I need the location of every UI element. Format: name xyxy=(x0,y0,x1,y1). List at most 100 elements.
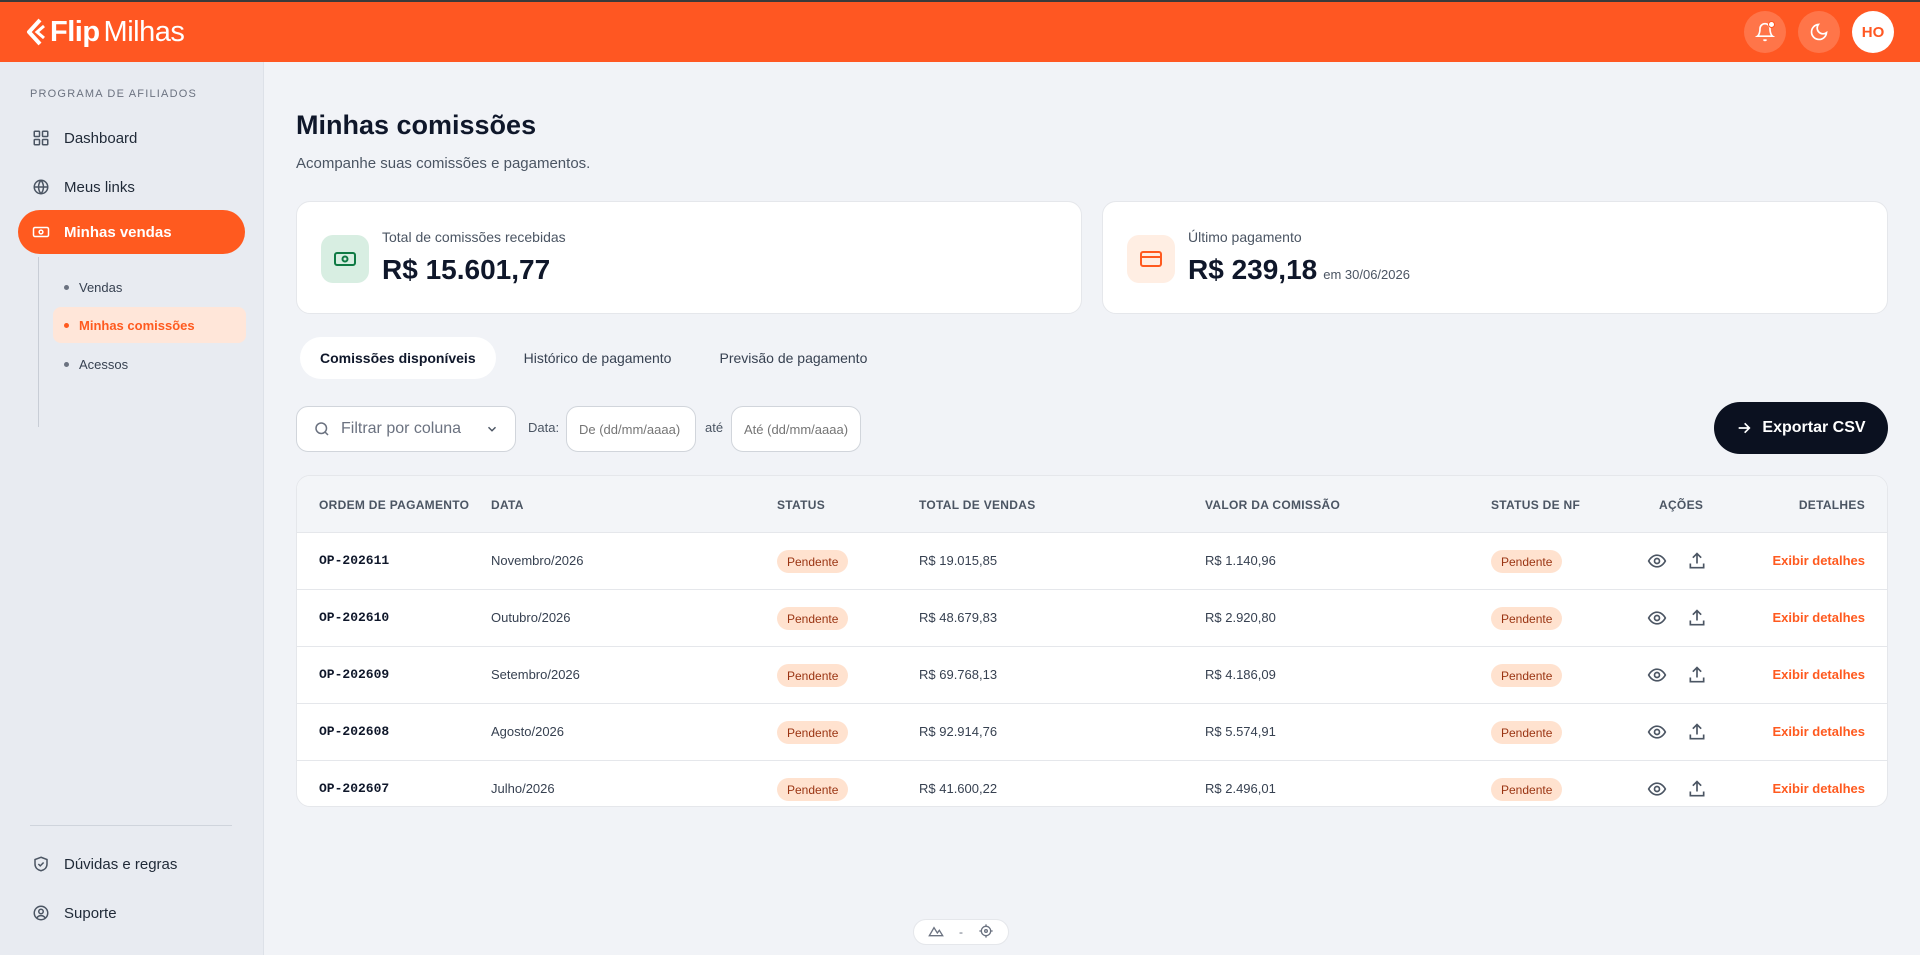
cell-commission: R$ 5.574,91 xyxy=(1205,724,1276,739)
cell-date: Novembro/2026 xyxy=(491,553,584,568)
cell-commission: R$ 1.140,96 xyxy=(1205,553,1276,568)
cell-op: OP-202608 xyxy=(319,724,390,739)
cell-date: Julho/2026 xyxy=(491,781,555,796)
mountain-icon[interactable] xyxy=(927,923,944,942)
sidebar-item-suporte[interactable]: Suporte xyxy=(18,891,245,935)
details-link[interactable]: Exibir detalhes xyxy=(1773,553,1865,568)
table-row: OP-202609 Setembro/2026 Pendente R$ 69.7… xyxy=(297,647,1887,704)
sidebar-item-meus-links[interactable]: Meus links xyxy=(18,165,245,209)
upload-icon xyxy=(1689,609,1705,626)
upload-icon xyxy=(1689,666,1705,683)
tab-comissoes-disponiveis[interactable]: Comissões disponíveis xyxy=(300,337,496,379)
view-button[interactable] xyxy=(1647,551,1667,571)
notifications-button[interactable] xyxy=(1744,11,1786,53)
date-to-input[interactable] xyxy=(731,406,861,452)
eye-icon xyxy=(1647,611,1667,625)
cell-date: Agosto/2026 xyxy=(491,724,565,739)
view-button[interactable] xyxy=(1647,665,1667,685)
view-button[interactable] xyxy=(1647,779,1667,799)
card-label: Total de comissões recebidas xyxy=(382,229,566,245)
cell-total: R$ 19.015,85 xyxy=(919,553,998,568)
card-label: Último pagamento xyxy=(1188,229,1302,245)
crosshair-icon[interactable] xyxy=(978,923,994,942)
column-header: STATUS DE NF xyxy=(1491,498,1581,512)
money-icon xyxy=(32,226,50,238)
upload-button[interactable] xyxy=(1687,551,1707,571)
details-link[interactable]: Exibir detalhes xyxy=(1773,667,1865,682)
notification-dot xyxy=(1768,21,1775,28)
nf-status-badge: Pendente xyxy=(1491,607,1563,630)
column-header: VALOR DA COMISSÃO xyxy=(1205,498,1341,512)
sidebar-item-label: Minhas vendas xyxy=(64,223,172,241)
tabs: Comissões disponíveis Histórico de pagam… xyxy=(300,337,895,379)
status-badge: Pendente xyxy=(777,721,849,744)
sidebar-subitem-label: Vendas xyxy=(79,279,123,295)
tab-historico-pagamento[interactable]: Histórico de pagamento xyxy=(504,337,692,379)
export-csv-button[interactable]: Exportar CSV xyxy=(1714,402,1888,454)
sidebar-subitem-acessos[interactable]: Acessos xyxy=(53,346,246,382)
total-commissions-card: Total de comissões recebidas R$ 15.601,7… xyxy=(296,201,1082,314)
banknote-icon xyxy=(334,252,356,266)
date-from-input[interactable] xyxy=(566,406,696,452)
view-button[interactable] xyxy=(1647,608,1667,628)
commissions-table: ORDEM DE PAGAMENTO DATA STATUS TOTAL DE … xyxy=(296,475,1888,807)
column-header: AÇÕES xyxy=(1659,498,1704,512)
cell-total: R$ 92.914,76 xyxy=(919,724,998,739)
cell-op: OP-202610 xyxy=(319,610,390,625)
export-label: Exportar CSV xyxy=(1762,419,1866,436)
filter-column-select[interactable]: Filtrar por coluna xyxy=(296,406,516,452)
status-badge: Pendente xyxy=(777,778,849,801)
user-circle-icon xyxy=(33,905,49,921)
page-title: Minhas comissões xyxy=(296,110,537,140)
nf-status-badge: Pendente xyxy=(1491,550,1563,573)
upload-icon xyxy=(1689,552,1705,569)
chevron-down-icon xyxy=(487,426,497,432)
arrow-right-icon xyxy=(1739,422,1751,434)
date-to-label: até xyxy=(705,420,724,435)
sidebar-item-label: Meus links xyxy=(64,178,135,196)
card-value: R$ 15.601,77 xyxy=(382,254,551,285)
brand-logo[interactable]: Flip Milhas xyxy=(24,16,185,49)
top-bar: Flip Milhas HO xyxy=(0,0,1920,62)
sidebar-subitem-minhas-comissoes[interactable]: Minhas comissões xyxy=(53,307,246,343)
grid-icon xyxy=(33,130,49,146)
theme-toggle-button[interactable] xyxy=(1798,11,1840,53)
details-link[interactable]: Exibir detalhes xyxy=(1773,781,1865,796)
card-value-suffix: em 30/06/2026 xyxy=(1323,267,1410,282)
sidebar-subitem-vendas[interactable]: Vendas xyxy=(53,269,246,305)
credit-card-icon xyxy=(1140,251,1162,267)
sidebar-section-title: PROGRAMA DE AFILIADOS xyxy=(30,88,198,100)
bullet-icon xyxy=(64,361,69,367)
tab-previsao-pagamento[interactable]: Previsão de pagamento xyxy=(699,337,887,379)
column-header: TOTAL DE VENDAS xyxy=(919,498,1036,512)
cell-date: Setembro/2026 xyxy=(491,667,580,682)
details-link[interactable]: Exibir detalhes xyxy=(1773,724,1865,739)
status-badge: Pendente xyxy=(777,550,849,573)
upload-button[interactable] xyxy=(1687,722,1707,742)
dev-toolbar-widget: - xyxy=(913,919,1009,945)
sidebar-item-label: Dúvidas e regras xyxy=(64,855,178,873)
cell-total: R$ 41.600,22 xyxy=(919,781,998,796)
globe-icon xyxy=(33,179,49,195)
sidebar-item-duvidas[interactable]: Dúvidas e regras xyxy=(18,842,245,886)
cell-total: R$ 69.768,13 xyxy=(919,667,998,682)
sidebar: PROGRAMA DE AFILIADOS Dashboard Meus lin… xyxy=(0,62,264,955)
avatar[interactable]: HO xyxy=(1852,11,1894,53)
details-link[interactable]: Exibir detalhes xyxy=(1773,610,1865,625)
upload-button[interactable] xyxy=(1687,608,1707,628)
eye-icon xyxy=(1647,554,1667,568)
column-header: DATA xyxy=(491,498,524,512)
sidebar-divider xyxy=(30,825,232,826)
view-button[interactable] xyxy=(1647,722,1667,742)
eye-icon xyxy=(1647,668,1667,682)
eye-icon xyxy=(1647,782,1667,796)
page-subtitle: Acompanhe suas comissões e pagamentos. xyxy=(296,155,591,172)
sidebar-item-dashboard[interactable]: Dashboard xyxy=(18,116,245,160)
sidebar-item-minhas-vendas[interactable]: Minhas vendas xyxy=(18,210,245,254)
last-payment-card: Último pagamento R$ 239,18 em 30/06/2026 xyxy=(1102,201,1888,314)
bullet-icon xyxy=(64,322,69,328)
table-row: OP-202607 Julho/2026 Pendente R$ 41.600,… xyxy=(297,761,1887,806)
upload-button[interactable] xyxy=(1687,665,1707,685)
upload-button[interactable] xyxy=(1687,779,1707,799)
table-row: OP-202611 Novembro/2026 Pendente R$ 19.0… xyxy=(297,533,1887,590)
